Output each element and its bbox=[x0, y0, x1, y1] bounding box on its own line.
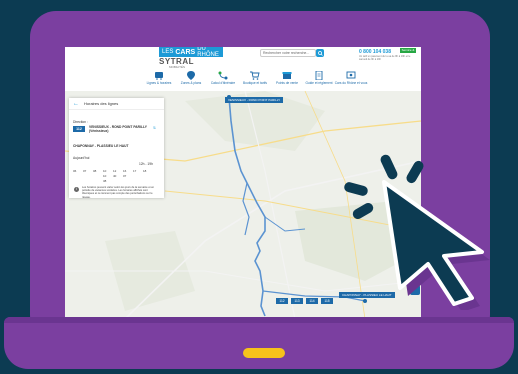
time-value bbox=[133, 179, 143, 183]
nav-item-zones[interactable]: Zones & plans bbox=[177, 71, 205, 85]
time-value bbox=[143, 179, 153, 183]
nav-label: Boutique et tarifs bbox=[243, 81, 267, 85]
direction-value: VENISSIEUX - ROND POINT PARILLY (Vénissi… bbox=[89, 125, 147, 133]
swap-direction-icon[interactable]: ⇅ bbox=[153, 126, 156, 130]
phone-note: Un tarif un paiement du lu-sa de 8h à 19… bbox=[359, 55, 411, 61]
line-badge[interactable]: 115 bbox=[321, 298, 333, 304]
time-header: 18 bbox=[143, 169, 147, 173]
panel-title: Horaires des lignes bbox=[84, 101, 119, 106]
line-badge[interactable]: 114 bbox=[306, 298, 318, 304]
nav-label: Calcul d'itinéraire bbox=[210, 81, 236, 85]
nav-label: Guide et règlement bbox=[305, 81, 333, 85]
click-cursor-icon bbox=[344, 154, 490, 310]
time-value bbox=[123, 179, 133, 183]
brand-suffix: DU RHÔNE bbox=[197, 47, 219, 58]
nav-item-sales-points[interactable]: Points de vente bbox=[273, 71, 301, 85]
origin-label[interactable]: VENISSIEUX - ROND POINT PARILLY bbox=[225, 97, 284, 103]
nav-label: Cars du Rhône et vous bbox=[334, 81, 368, 85]
time-value bbox=[113, 179, 123, 183]
stop-line-badges: 112 113 114 115 bbox=[276, 298, 333, 304]
hours-range[interactable]: 12h - 19h bbox=[139, 162, 153, 166]
line-badge[interactable]: 112 bbox=[276, 298, 288, 304]
time-value bbox=[83, 174, 93, 178]
store-icon bbox=[282, 72, 292, 79]
phone-badge: Service & appel gratuits bbox=[400, 48, 416, 62]
time-header: 06 bbox=[73, 169, 77, 173]
schedule-panel: ← Horaires des lignes Direction : 112 VE… bbox=[69, 98, 164, 199]
time-header: 12 bbox=[113, 169, 117, 173]
cart-icon bbox=[250, 71, 260, 80]
time-header: 17 bbox=[133, 169, 137, 173]
main-nav: Lignes & horaires Zones & plans Calcul d… bbox=[145, 71, 368, 85]
map-pin-icon bbox=[187, 71, 195, 80]
stop-name[interactable]: CHAPONNAY - PLASSIEU LE HAUT bbox=[73, 144, 129, 148]
site-header: LES CARS DU RHÔNE SYTRAL MOBILITÉS Reche… bbox=[65, 47, 421, 91]
brand-prefix: LES bbox=[162, 49, 174, 55]
time-value: 07 bbox=[123, 174, 127, 178]
info-icon: i bbox=[74, 187, 79, 192]
time-header: 07 bbox=[83, 169, 87, 173]
laptop-notch bbox=[243, 348, 285, 358]
brand-name: CARS bbox=[175, 48, 196, 56]
back-arrow-icon[interactable]: ← bbox=[73, 101, 79, 107]
nav-item-lines[interactable]: Lignes & horaires bbox=[145, 71, 173, 85]
nav-item-about[interactable]: Cars du Rhône et vous bbox=[334, 71, 368, 85]
timetable-grid: 06 07 08 10 12 16 17 18 10 40 07 38 bbox=[73, 169, 153, 183]
line-badge[interactable]: 112 bbox=[73, 126, 85, 132]
time-value bbox=[83, 179, 93, 183]
time-value bbox=[143, 174, 153, 178]
date-label[interactable]: Aujourd'hui bbox=[73, 156, 89, 160]
search-input[interactable]: Rechercher votre recherche... bbox=[260, 49, 316, 57]
time-value: 40 bbox=[113, 174, 117, 178]
direction-label: Direction : bbox=[73, 120, 88, 124]
laptop-base bbox=[4, 317, 514, 369]
time-value: 10 bbox=[103, 174, 107, 178]
sub-brand-note: MOBILITÉS bbox=[169, 65, 186, 69]
time-header: 16 bbox=[123, 169, 127, 173]
nav-label: Points de vente bbox=[276, 81, 298, 85]
time-value bbox=[73, 179, 83, 183]
time-header: 08 bbox=[93, 169, 97, 173]
bus-icon bbox=[155, 72, 163, 80]
time-value bbox=[133, 174, 143, 178]
search-button[interactable] bbox=[316, 49, 324, 57]
search-icon bbox=[317, 50, 323, 56]
time-value bbox=[93, 174, 103, 178]
panel-header: ← Horaires des lignes bbox=[69, 98, 164, 110]
time-header: 10 bbox=[103, 169, 107, 173]
nav-item-itinerary[interactable]: Calcul d'itinéraire bbox=[209, 71, 237, 85]
line-badge[interactable]: 113 bbox=[291, 298, 303, 304]
document-icon bbox=[315, 71, 323, 80]
nav-label: Lignes & horaires bbox=[146, 81, 172, 85]
people-icon bbox=[346, 71, 356, 79]
time-value bbox=[93, 179, 103, 183]
nav-item-guide[interactable]: Guide et règlement bbox=[305, 71, 333, 85]
nav-label: Zones & plans bbox=[180, 81, 202, 85]
laptop-base-edge bbox=[4, 317, 514, 323]
time-value bbox=[73, 174, 83, 178]
brand-logo[interactable]: LES CARS DU RHÔNE bbox=[159, 47, 223, 58]
route-icon bbox=[218, 71, 228, 80]
nav-item-shop[interactable]: Boutique et tarifs bbox=[241, 71, 269, 85]
info-text: Les horaires peuvent varier selon les jo… bbox=[82, 186, 155, 199]
time-value: 38 bbox=[103, 179, 107, 183]
